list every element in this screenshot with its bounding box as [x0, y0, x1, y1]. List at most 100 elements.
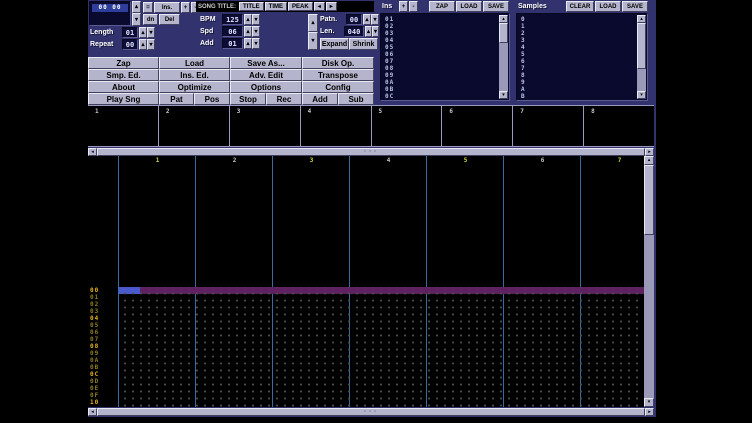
instrument-item[interactable]: 07 [385, 58, 394, 65]
menu-about-button[interactable]: About [88, 81, 159, 93]
pattern-hscrollbar-top[interactable]: ◂ ··· ▸ [88, 148, 654, 156]
sample-scrollbar[interactable]: ▴ ▾ [637, 15, 646, 99]
instrument-item[interactable]: 0B [385, 86, 394, 93]
sample-load-button[interactable]: LOAD [595, 1, 621, 12]
instrument-scroll-thumb[interactable] [499, 23, 508, 43]
instrument-item[interactable]: 09 [385, 72, 394, 79]
instrument-item[interactable]: 0C [385, 93, 394, 100]
channel-header[interactable]: 6 [504, 157, 581, 165]
channel-scope[interactable]: 6 [442, 106, 513, 146]
menu-add-button[interactable]: Add [302, 93, 338, 105]
menu-smp-ed-button[interactable]: Smp. Ed. [88, 69, 159, 81]
scroll-left-icon[interactable]: ◂ [88, 408, 97, 416]
channel-header[interactable]: 4 [350, 157, 427, 165]
add-down-button[interactable]: ▾ [252, 38, 260, 49]
pattern-vscrollbar[interactable]: ▴ ▾ [644, 156, 654, 407]
tall-down-button[interactable]: ▾ [308, 32, 318, 50]
channel-scope[interactable]: 4 [301, 106, 372, 146]
sample-save-button[interactable]: SAVE [622, 1, 648, 12]
instrument-item[interactable]: 0A [385, 79, 394, 86]
menu-config-button[interactable]: Config [302, 81, 374, 93]
scroll-right-icon[interactable]: ▸ [645, 408, 654, 416]
menu-optimize-button[interactable]: Optimize [159, 81, 230, 93]
scroll-down-icon[interactable]: ▾ [499, 91, 508, 99]
scroll-right-icon[interactable]: ▸ [645, 148, 654, 156]
order-entry[interactable]: 00 00 [92, 4, 128, 12]
sample-item[interactable]: 8 [521, 72, 526, 79]
sample-item[interactable]: 1 [521, 23, 526, 30]
hscroll-thumb[interactable]: ··· [97, 148, 645, 156]
title-next-button[interactable]: ▸ [326, 2, 337, 11]
speed-down-button[interactable]: ▾ [252, 26, 260, 37]
length-down-button[interactable]: ▾ [147, 27, 155, 38]
sample-list[interactable]: 0 1 2 3 4 5 6 7 8 9 A B ▴ ▾ [516, 13, 648, 101]
channel-header[interactable]: 7 [581, 157, 644, 165]
hscroll-thumb[interactable]: ··· [97, 408, 645, 416]
scroll-up-icon[interactable]: ▴ [637, 15, 646, 23]
instrument-load-button[interactable]: LOAD [456, 1, 482, 12]
instrument-item[interactable]: 05 [385, 44, 394, 51]
channel-scope[interactable]: 8 [584, 106, 654, 146]
menu-play-position-button[interactable]: Pos [194, 93, 230, 105]
instrument-plus-button[interactable]: + [399, 1, 408, 12]
sample-item[interactable]: 9 [521, 79, 526, 86]
order-down-button[interactable]: dn [143, 14, 158, 25]
menu-stop-button[interactable]: Stop [230, 93, 266, 105]
sample-clear-button[interactable]: CLEAR [566, 1, 594, 12]
sample-scroll-thumb[interactable] [637, 23, 646, 69]
instrument-item[interactable]: 02 [385, 23, 394, 30]
sample-item[interactable]: 3 [521, 37, 526, 44]
scroll-down-icon[interactable]: ▾ [637, 91, 646, 99]
instrument-minus-button[interactable]: - [409, 1, 418, 12]
channel-scope[interactable]: 5 [372, 106, 443, 146]
channel-scope[interactable]: 3 [230, 106, 301, 146]
instrument-scroll-track[interactable] [499, 23, 508, 91]
pattern-number-up-button[interactable]: ▴ [363, 14, 371, 25]
menu-zap-button[interactable]: Zap [88, 57, 159, 69]
instrument-save-button[interactable]: SAVE [483, 1, 509, 12]
hscroll-track[interactable]: ··· [97, 148, 645, 156]
pattern-length-up-button[interactable]: ▴ [365, 26, 372, 37]
order-delete-button[interactable]: Del [159, 14, 180, 25]
channel-header[interactable]: 3 [273, 157, 350, 165]
instrument-item[interactable]: 04 [385, 37, 394, 44]
order-insert-button[interactable]: Ins. [154, 2, 180, 13]
menu-sub-button[interactable]: Sub [338, 93, 374, 105]
sample-scroll-track[interactable] [637, 23, 646, 91]
scroll-up-icon[interactable]: ▴ [644, 156, 654, 165]
channel-header[interactable]: 1 [119, 157, 196, 165]
repeat-down-button[interactable]: ▾ [147, 39, 155, 50]
menu-play-pattern-button[interactable]: Pat [159, 93, 194, 105]
repeat-up-button[interactable]: ▴ [139, 39, 147, 50]
scroll-up-icon[interactable]: ▴ [499, 15, 508, 23]
sample-item[interactable]: 4 [521, 44, 526, 51]
order-scroll-down-button[interactable]: ▾ [132, 13, 141, 26]
pattern-length-down-button[interactable]: ▾ [372, 26, 379, 37]
menu-record-button[interactable]: Rec [266, 93, 302, 105]
instrument-scrollbar[interactable]: ▴ ▾ [499, 15, 508, 99]
menu-adv-edit-button[interactable]: Adv. Edit [230, 69, 302, 81]
sample-item[interactable]: A [521, 86, 526, 93]
instrument-item[interactable]: 01 [385, 16, 394, 23]
scroll-down-icon[interactable]: ▾ [644, 398, 654, 407]
order-scroll-up-button[interactable]: ▴ [132, 1, 141, 13]
bpm-up-button[interactable]: ▴ [244, 14, 252, 25]
channel-scope[interactable]: 1 [88, 106, 159, 146]
menu-load-button[interactable]: Load [159, 57, 230, 69]
sample-item[interactable]: 6 [521, 58, 526, 65]
time-tab-button[interactable]: TIME [265, 2, 287, 11]
expand-button[interactable]: Expand [320, 38, 349, 50]
instrument-zap-button[interactable]: ZAP [429, 1, 455, 12]
speed-up-button[interactable]: ▴ [244, 26, 252, 37]
hscroll-track[interactable]: ··· [97, 408, 645, 416]
scroll-left-icon[interactable]: ◂ [88, 148, 97, 156]
sample-item[interactable]: B [521, 93, 526, 100]
menu-play-song-button[interactable]: Play Sng [88, 93, 159, 105]
menu-transpose-button[interactable]: Transpose [302, 69, 374, 81]
instrument-list[interactable]: 01 02 03 04 05 06 07 08 09 0A 0B 0C ▴ ▾ [380, 13, 510, 101]
peak-tab-button[interactable]: PEAK [288, 2, 313, 11]
instrument-item[interactable]: 06 [385, 51, 394, 58]
channel-scope[interactable]: 2 [159, 106, 230, 146]
pattern-cells[interactable] [119, 287, 644, 407]
shrink-button[interactable]: Shrink [349, 38, 378, 50]
